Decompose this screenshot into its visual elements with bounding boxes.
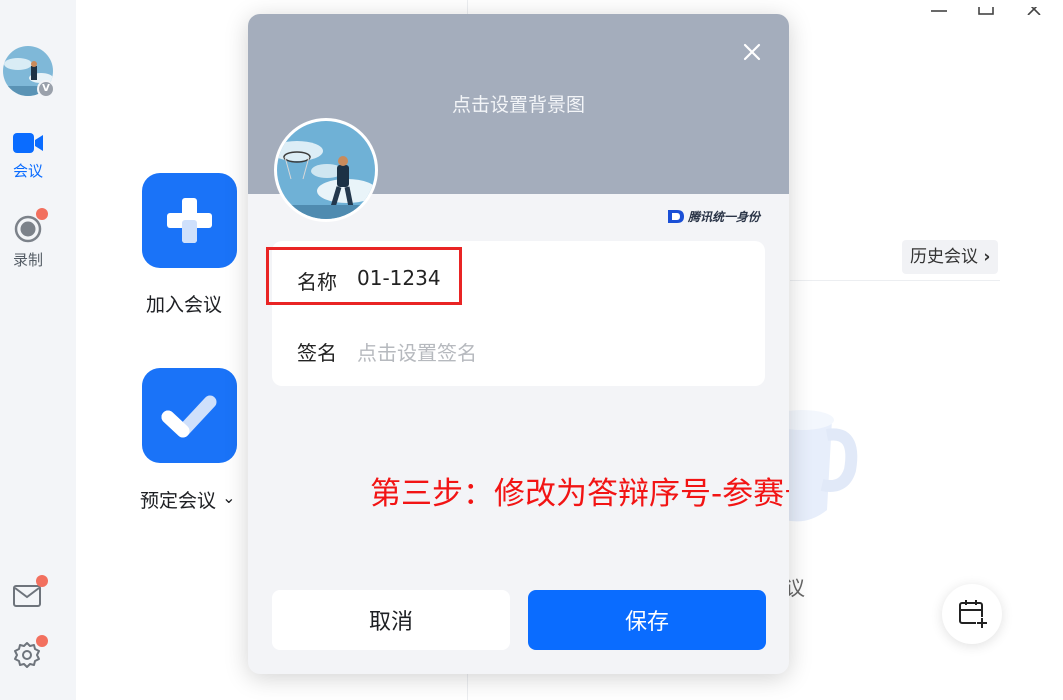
- annotation-text: 第三步：修改为答辩序号-参赛号: [370, 476, 789, 512]
- chevron-down-icon: ⌄: [222, 488, 236, 507]
- minimize-icon: [931, 10, 947, 12]
- sidebar: V 会议 录制: [0, 0, 76, 700]
- schedule-meeting-label[interactable]: 预定会议 ⌄: [140, 486, 235, 513]
- maximize-button[interactable]: [978, 0, 994, 19]
- join-meeting-label: 加入会议: [146, 294, 223, 316]
- close-window-button[interactable]: [1026, 0, 1042, 19]
- history-meetings-button[interactable]: 历史会议 ›: [902, 240, 999, 274]
- minimize-button[interactable]: [930, 0, 948, 19]
- signature-label: 签名: [297, 341, 337, 365]
- calendar-plus-icon: [959, 600, 988, 629]
- annotation-highlight-box: [266, 247, 462, 305]
- signature-field[interactable]: 点击设置签名: [357, 337, 477, 366]
- plus-icon: [167, 198, 212, 243]
- save-button[interactable]: 保存: [528, 590, 766, 650]
- profile-avatar[interactable]: [274, 118, 378, 222]
- mail-icon[interactable]: [12, 584, 42, 608]
- check-icon: [161, 395, 217, 438]
- maximize-icon: [978, 0, 994, 15]
- divider: [790, 280, 1000, 281]
- tencent-id-label: 腾讯统一身份: [688, 210, 761, 224]
- schedule-meeting-text: 预定会议: [140, 490, 217, 512]
- tencent-id-logo-icon: [668, 210, 684, 223]
- profile-edit-dialog: 点击设置背景图 腾讯统一身份 名称 01-1234 签名 点击设置签名 第三步：…: [248, 14, 789, 674]
- chevron-right-icon: ›: [983, 247, 991, 267]
- history-meetings-label: 历史会议: [910, 247, 978, 267]
- notification-dot: [36, 208, 48, 220]
- verified-badge: V: [37, 80, 55, 98]
- schedule-meeting-button[interactable]: [142, 368, 237, 463]
- tencent-unified-id: 腾讯统一身份: [668, 208, 760, 225]
- close-icon[interactable]: [740, 40, 764, 64]
- sidebar-item-label: 会议: [12, 162, 43, 180]
- sidebar-item-meeting[interactable]: 会议: [0, 132, 56, 181]
- cancel-button[interactable]: 取消: [272, 590, 510, 650]
- set-background-hint[interactable]: 点击设置背景图: [248, 90, 789, 117]
- notification-dot: [36, 575, 48, 587]
- join-meeting-button[interactable]: [142, 173, 237, 268]
- notification-dot: [36, 635, 48, 647]
- record-icon: [14, 215, 42, 243]
- sidebar-item-record[interactable]: 录制: [0, 215, 56, 270]
- sidebar-item-label: 录制: [12, 251, 43, 269]
- calendar-add-button[interactable]: [942, 584, 1002, 644]
- video-camera-icon: [13, 133, 43, 153]
- close-icon: [1027, 2, 1041, 16]
